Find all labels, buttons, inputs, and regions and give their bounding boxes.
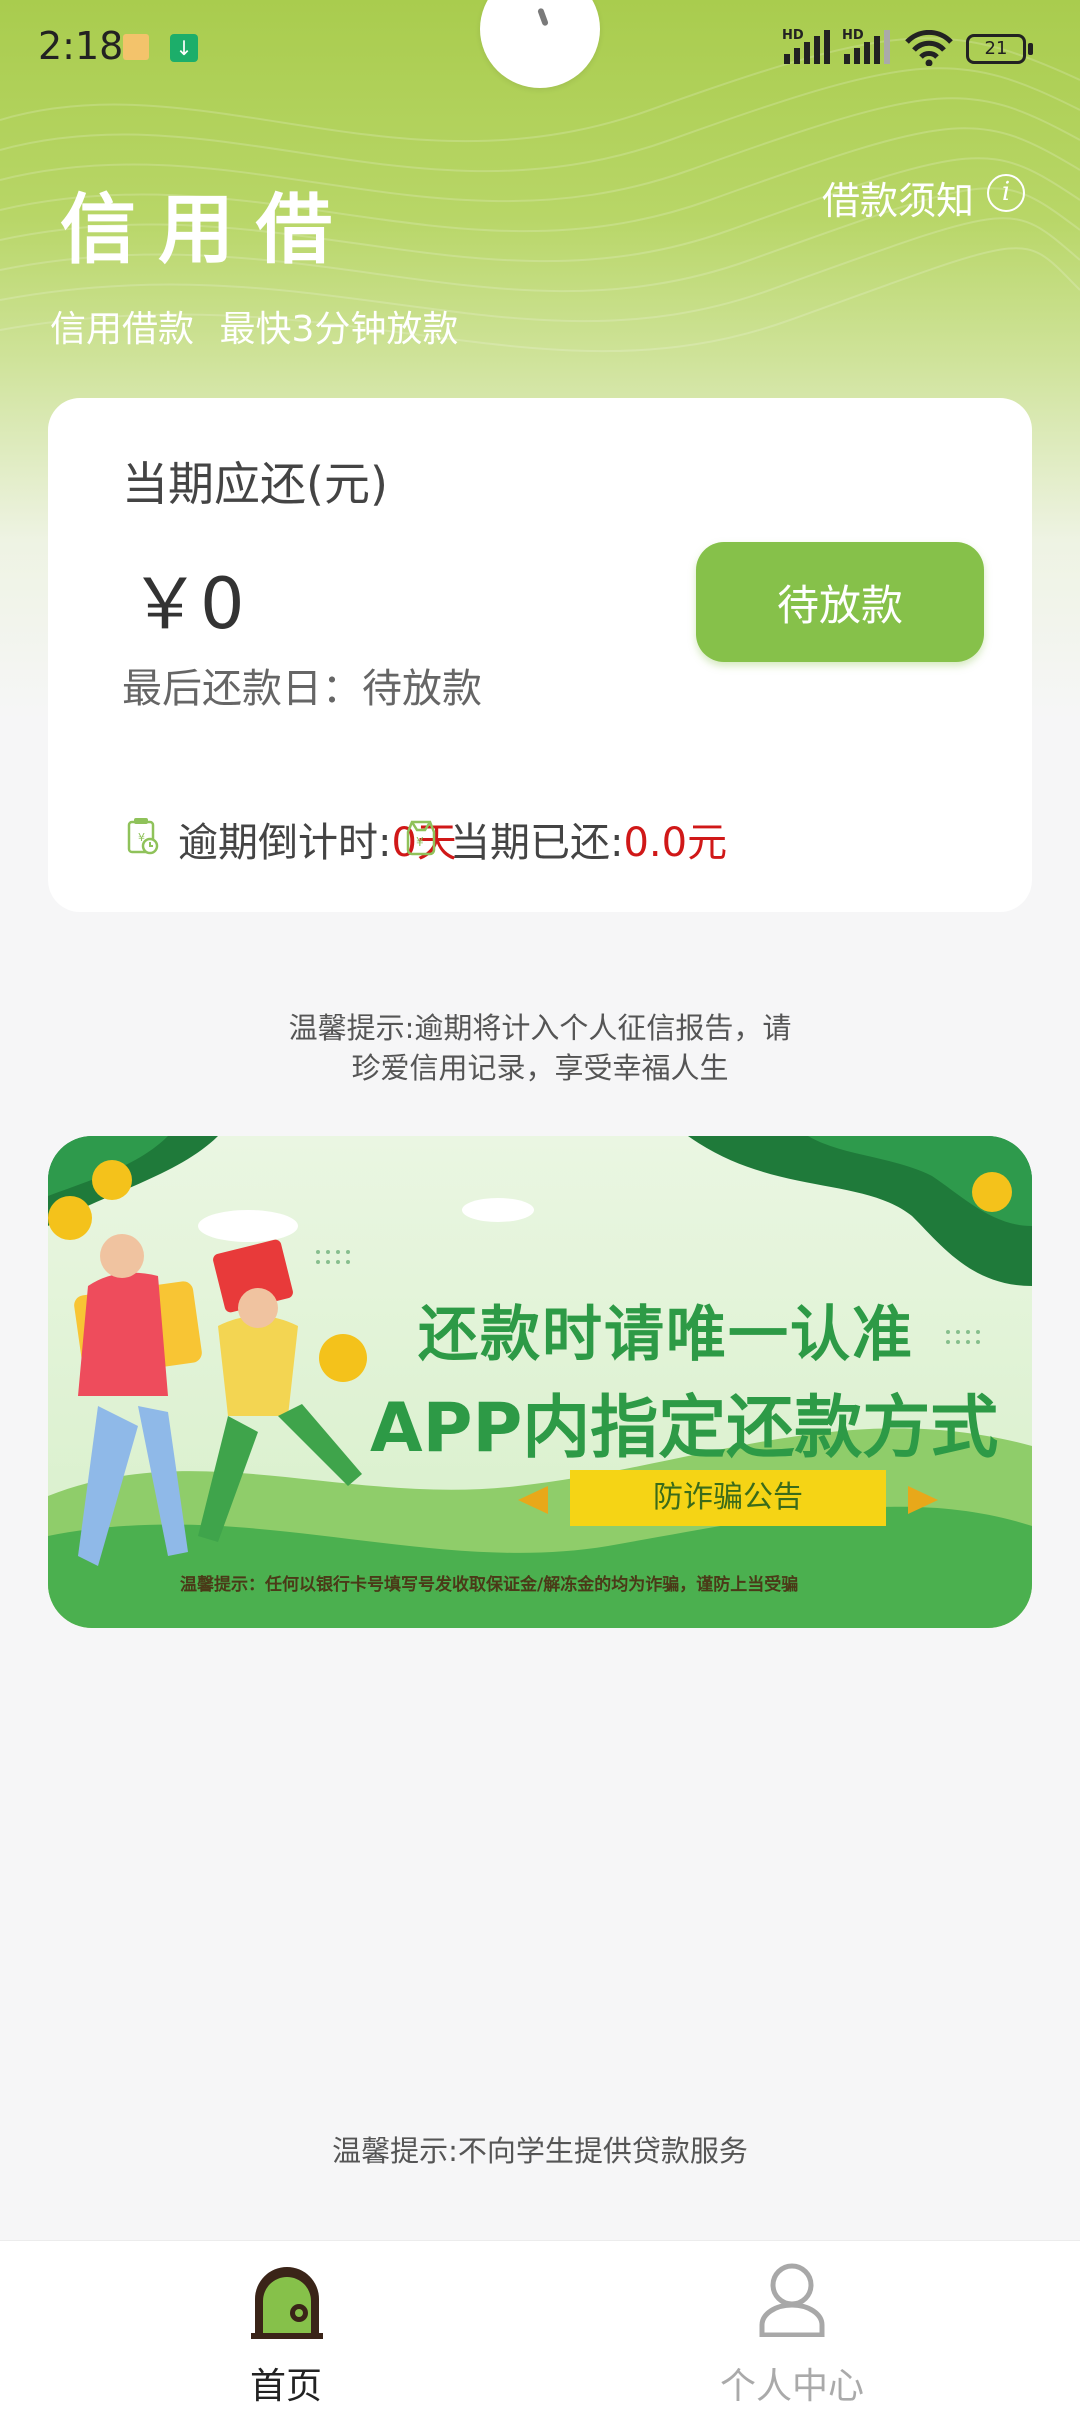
credit-tip-line-2: 珍爱信用记录，享受幸福人生 bbox=[351, 1051, 729, 1085]
info-icon[interactable]: i bbox=[987, 174, 1025, 212]
overdue-countdown-icon: ¥ bbox=[127, 818, 159, 855]
tab-home[interactable]: 首页 bbox=[136, 2241, 436, 2409]
signal-icon-2 bbox=[844, 30, 890, 64]
current-repaid-value: 0.0元 bbox=[623, 820, 728, 866]
repayment-card: 当期应还(元) ￥0 最后还款日：待放款 待放款 ¥ 逾期倒计时:0天 ¥ 当期… bbox=[48, 398, 1032, 912]
overdue-countdown-label: 逾期倒计时: bbox=[178, 820, 392, 866]
bottom-tab-bar: 首页 个人中心 bbox=[0, 2240, 1080, 2409]
notification-note-icon bbox=[123, 34, 149, 60]
app-subtitle: 信用借款 最快3分钟放款 bbox=[50, 309, 459, 350]
anti-fraud-ribbon: 防诈骗公告 bbox=[570, 1470, 886, 1526]
student-loan-tip: 温馨提示:不向学生提供贷款服务 bbox=[332, 2134, 748, 2168]
last-repayment-date: 最后还款日：待放款 bbox=[122, 666, 482, 712]
signal-icon-1 bbox=[784, 30, 830, 64]
tab-home-label: 首页 bbox=[249, 2366, 322, 2407]
repaid-amount-icon: ¥ bbox=[406, 820, 436, 856]
home-icon bbox=[251, 2267, 323, 2339]
status-time: 2:18 bbox=[38, 24, 124, 68]
credit-tip-line-1: 温馨提示:逾期将计入个人征信报告，请 bbox=[288, 1011, 792, 1045]
app-title: 信用借 bbox=[60, 185, 354, 274]
due-amount: ￥0 bbox=[130, 563, 245, 645]
current-repaid-label: 当期已还: bbox=[450, 820, 624, 866]
current-due-label: 当期应还(元) bbox=[122, 457, 388, 511]
pending-disbursement-button[interactable]: 待放款 bbox=[696, 542, 984, 662]
wifi-icon bbox=[905, 30, 953, 66]
banner-fine-print: 温馨提示：任何以银行卡号填写号发收取保证金/解冻金的均为诈骗，谨防上当受骗 bbox=[180, 1575, 799, 1595]
tab-profile[interactable]: 个人中心 bbox=[642, 2241, 942, 2409]
svg-text:¥: ¥ bbox=[138, 831, 145, 844]
current-repaid: 当期已还:0.0元 bbox=[450, 810, 727, 868]
banner-headline-2: APP内指定还款方式 bbox=[370, 1389, 999, 1468]
credit-tip: 温馨提示:逾期将计入个人征信报告，请 珍爱信用记录，享受幸福人生 bbox=[0, 1008, 1080, 1088]
loan-notice-link[interactable]: 借款须知 bbox=[822, 170, 974, 225]
battery-icon: 21 bbox=[966, 34, 1026, 64]
svg-text:¥: ¥ bbox=[416, 835, 424, 849]
anti-fraud-banner[interactable]: 还款时请唯一认准 APP内指定还款方式 防诈骗公告 温馨提示：任何以银行卡号填写… bbox=[48, 1136, 1032, 1628]
notification-download-icon: ↓ bbox=[170, 34, 198, 62]
battery-cap bbox=[1028, 43, 1033, 55]
user-icon bbox=[759, 2263, 825, 2337]
tab-profile-label: 个人中心 bbox=[719, 2366, 864, 2407]
banner-headline-1: 还款时请唯一认准 bbox=[418, 1300, 914, 1370]
